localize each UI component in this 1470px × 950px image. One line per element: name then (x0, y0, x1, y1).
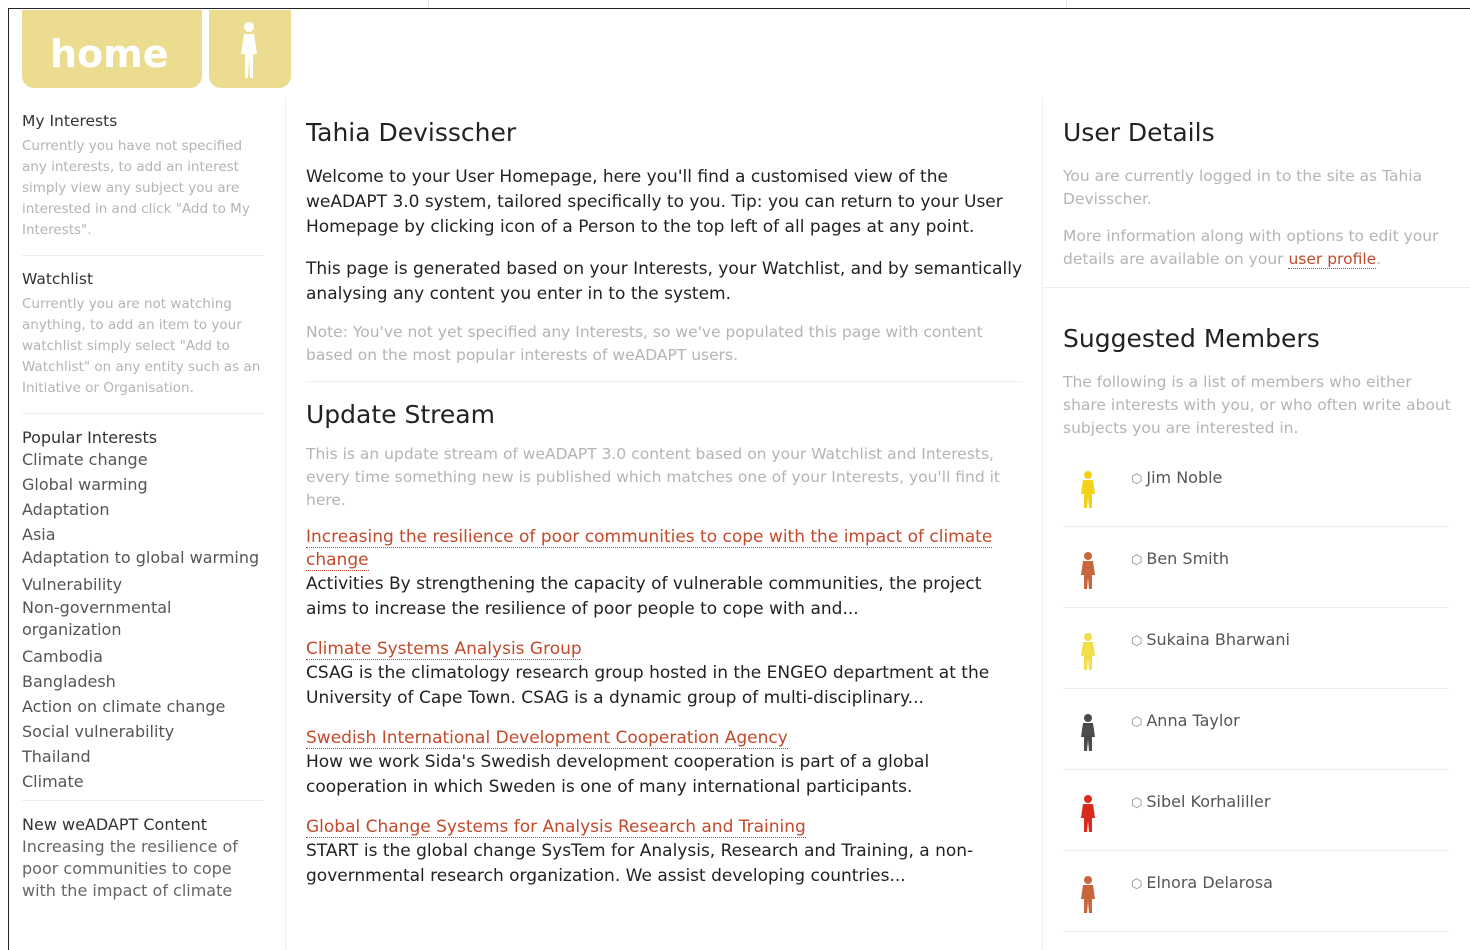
member-name[interactable]: ⬡ Sukaina Bharwani (1131, 630, 1290, 649)
member-name-text: Anna Taylor (1146, 711, 1240, 730)
sidebar-divider (22, 800, 264, 801)
member-name-text: Sukaina Bharwani (1146, 630, 1290, 649)
member-name-text: Elnora Delarosa (1146, 873, 1273, 892)
sidebar-divider (22, 255, 264, 256)
popular-interest-item[interactable]: Adaptation to global warming (22, 547, 266, 572)
sidebar-divider (22, 413, 264, 414)
popular-interest-item[interactable]: Action on climate change (22, 694, 266, 719)
member-avatar-icon (1081, 552, 1095, 589)
interests-note: Note: You've not yet specified any Inter… (306, 323, 983, 364)
watchlist-title: Watchlist (22, 270, 94, 288)
person-icon (241, 22, 257, 78)
strip-tick (428, 0, 429, 8)
member-avatar-icon (1081, 471, 1095, 508)
cube-icon: ⬡ (1131, 634, 1143, 649)
popular-interests-list: Climate change Global warming Adaptation… (22, 447, 266, 794)
update-stream-intro: This is an update stream of weADAPT 3.0 … (306, 445, 1000, 509)
my-interests-title: My Interests (22, 112, 118, 130)
popular-interest-item[interactable]: Thailand (22, 744, 266, 769)
home-tab-label: home (50, 32, 169, 76)
stream-entry: Increasing the resilience of poor commun… (306, 526, 1022, 622)
suggested-members-intro: The following is a list of members who e… (1063, 373, 1451, 437)
member-name-text: Sibel Korhaliller (1146, 792, 1271, 811)
stream-entry-link[interactable]: Increasing the resilience of poor commun… (306, 527, 993, 571)
welcome-text: Welcome to your User Homepage, here you'… (306, 167, 1003, 237)
popular-interest-item[interactable]: Climate (22, 769, 266, 794)
member-item[interactable]: ⬡ Sukaina Bharwani (1063, 608, 1449, 689)
person-tab[interactable] (209, 10, 291, 88)
section-divider (1042, 287, 1470, 288)
profile-info-body: More information along with options to e… (1063, 227, 1439, 268)
stream-entry-desc: How we work Sida's Swedish development c… (306, 752, 930, 797)
update-stream-title: Update Stream (306, 400, 495, 429)
home-tab[interactable]: home (22, 10, 202, 88)
strip-tick (1066, 0, 1067, 8)
popular-interest-item[interactable]: Social vulnerability (22, 719, 266, 744)
member-name[interactable]: ⬡ Elnora Delarosa (1131, 873, 1273, 892)
stream-entry-desc: START is the global change SysTem for An… (306, 841, 974, 886)
profile-info-text: More information along with options to e… (1063, 225, 1451, 271)
member-item[interactable]: ⬡ Anna Taylor (1063, 689, 1449, 770)
member-item[interactable]: ⬡ Ben Smith (1063, 527, 1449, 608)
member-item[interactable]: ⬡ Elnora Delarosa (1063, 851, 1449, 932)
member-avatar-icon (1081, 633, 1095, 670)
my-interests-text: Currently you have not specified any int… (22, 138, 250, 238)
member-avatar-icon (1081, 795, 1095, 832)
popular-interest-item[interactable]: Bangladesh (22, 669, 266, 694)
popular-interest-item[interactable]: Asia (22, 522, 266, 547)
suggested-members-list: ⬡ Jim Noble ⬡ Ben Smith ⬡ Sukaina Bharwani … (1063, 446, 1451, 932)
watchlist-text: Currently you are not watching anything,… (22, 296, 261, 396)
suggested-members-title: Suggested Members (1063, 324, 1320, 353)
cube-icon: ⬡ (1131, 553, 1143, 568)
cube-icon: ⬡ (1131, 796, 1143, 811)
generated-text: This page is generated based on your Int… (306, 259, 1023, 304)
right-sidebar: User Details You are currently logged in… (1042, 112, 1470, 932)
stream-entry: Climate Systems Analysis Group CSAG is t… (306, 638, 1022, 711)
stream-entry-link[interactable]: Global Change Systems for Analysis Resea… (306, 817, 806, 838)
member-name[interactable]: ⬡ Anna Taylor (1131, 711, 1240, 730)
popular-interest-item[interactable]: Climate change (22, 447, 266, 472)
main-content: Tahia Devisscher Welcome to your User Ho… (306, 112, 1022, 905)
right-column-divider (1042, 98, 1043, 950)
stream-entry-link[interactable]: Swedish International Development Cooper… (306, 728, 788, 749)
popular-interest-item[interactable]: Vulnerability (22, 572, 266, 597)
profile-info-suffix: . (1376, 250, 1382, 268)
cube-icon: ⬡ (1131, 472, 1143, 487)
member-item[interactable]: ⬡ Sibel Korhaliller (1063, 770, 1449, 851)
stream-entry-desc: CSAG is the climatology research group h… (306, 663, 990, 708)
stream-entry-desc: Activities By strengthening the capacity… (306, 574, 982, 619)
member-item[interactable]: ⬡ Jim Noble (1063, 446, 1449, 527)
member-name-text: Ben Smith (1146, 549, 1230, 568)
member-name[interactable]: ⬡ Ben Smith (1131, 549, 1229, 568)
stream-entry-link[interactable]: Climate Systems Analysis Group (306, 639, 582, 660)
section-divider (306, 381, 1022, 382)
stream-entry: Swedish International Development Cooper… (306, 727, 1022, 800)
member-name[interactable]: ⬡ Jim Noble (1131, 468, 1222, 487)
member-name-text: Jim Noble (1146, 468, 1223, 487)
member-avatar-icon (1081, 714, 1095, 751)
popular-interests-title: Popular Interests (22, 428, 158, 447)
page-title: Tahia Devisscher (306, 118, 517, 147)
cube-icon: ⬡ (1131, 877, 1143, 892)
popular-interest-item[interactable]: Cambodia (22, 644, 266, 669)
popular-interest-item[interactable]: Adaptation (22, 497, 266, 522)
top-strip (0, 0, 1470, 8)
user-details-title: User Details (1063, 118, 1215, 147)
logged-in-text: You are currently logged in to the site … (1063, 167, 1423, 208)
left-sidebar: My Interests Currently you have not spec… (22, 112, 266, 902)
popular-interest-item[interactable]: Non-governmental organization (22, 597, 266, 644)
left-column-divider (285, 98, 286, 950)
user-profile-link[interactable]: user profile (1288, 250, 1377, 269)
member-name[interactable]: ⬡ Sibel Korhaliller (1131, 792, 1270, 811)
cube-icon: ⬡ (1131, 715, 1143, 730)
popular-interest-item[interactable]: Global warming (22, 472, 266, 497)
stream-entry: Global Change Systems for Analysis Resea… (306, 816, 1022, 889)
new-content-link[interactable]: Increasing the resilience of poor commun… (22, 836, 266, 902)
member-avatar-icon (1081, 876, 1095, 913)
new-content-title: New weADAPT Content (22, 815, 207, 834)
